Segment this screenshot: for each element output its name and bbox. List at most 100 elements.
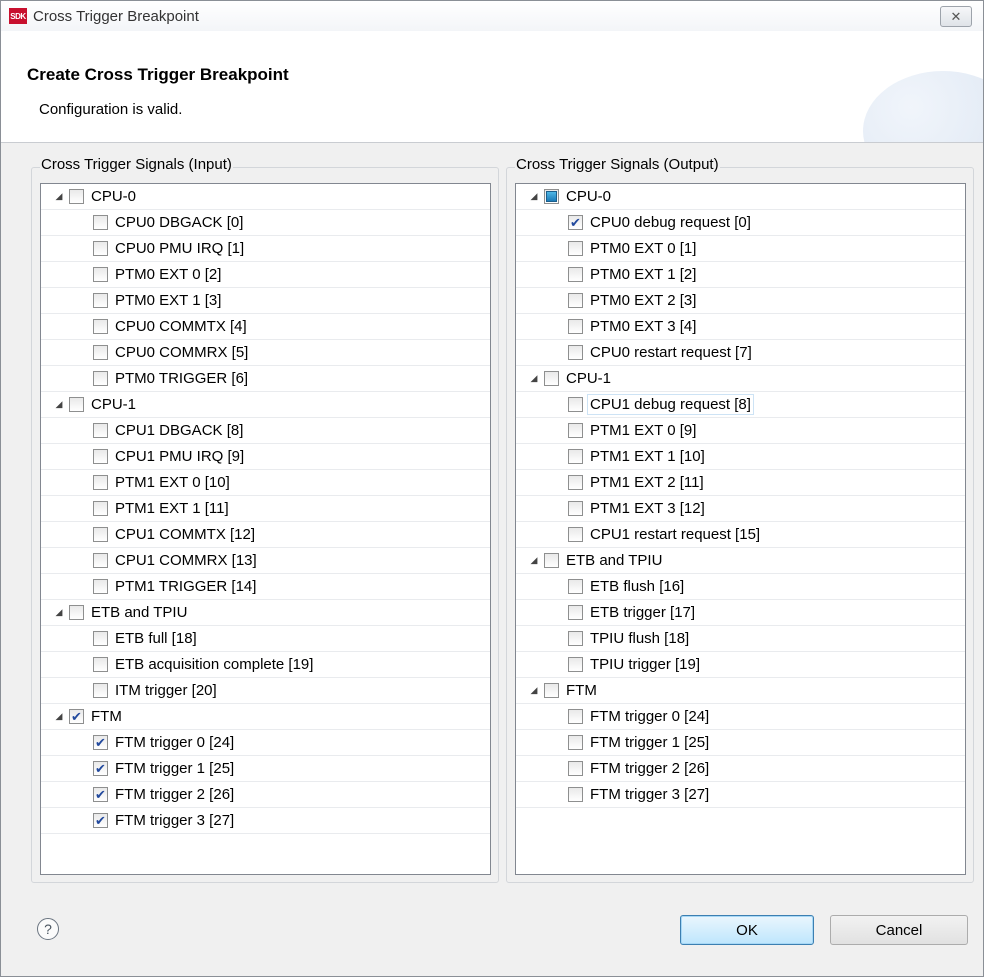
signal-checkbox[interactable]	[568, 397, 583, 412]
signal-checkbox[interactable]	[568, 267, 583, 282]
signal-checkbox[interactable]	[93, 813, 108, 828]
signal-checkbox[interactable]	[568, 735, 583, 750]
group-checkbox[interactable]	[544, 189, 559, 204]
signal-checkbox[interactable]	[93, 423, 108, 438]
collapse-arrow-icon[interactable]: ◢	[53, 711, 65, 722]
signal-checkbox[interactable]	[93, 319, 108, 334]
tree-item-row[interactable]: PTM1 EXT 1 [10]	[516, 444, 965, 470]
tree-item-row[interactable]: FTM trigger 1 [25]	[41, 756, 490, 782]
signal-checkbox[interactable]	[568, 475, 583, 490]
group-checkbox[interactable]	[69, 605, 84, 620]
signal-checkbox[interactable]	[568, 241, 583, 256]
tree-item-row[interactable]: CPU1 COMMTX [12]	[41, 522, 490, 548]
signal-checkbox[interactable]	[93, 579, 108, 594]
group-checkbox[interactable]	[544, 553, 559, 568]
tree-item-row[interactable]: PTM0 EXT 1 [3]	[41, 288, 490, 314]
signal-checkbox[interactable]	[93, 475, 108, 490]
tree-item-row[interactable]: FTM trigger 3 [27]	[516, 782, 965, 808]
signal-checkbox[interactable]	[568, 319, 583, 334]
group-checkbox[interactable]	[544, 683, 559, 698]
tree-item-row[interactable]: PTM1 EXT 0 [10]	[41, 470, 490, 496]
collapse-arrow-icon[interactable]: ◢	[53, 399, 65, 410]
signal-checkbox[interactable]	[93, 215, 108, 230]
signal-checkbox[interactable]	[568, 501, 583, 516]
tree-item-row[interactable]: FTM trigger 2 [26]	[516, 756, 965, 782]
signal-checkbox[interactable]	[93, 735, 108, 750]
tree-item-row[interactable]: CPU0 DBGACK [0]	[41, 210, 490, 236]
signal-checkbox[interactable]	[568, 449, 583, 464]
group-checkbox[interactable]	[69, 709, 84, 724]
tree-item-row[interactable]: PTM1 EXT 2 [11]	[516, 470, 965, 496]
tree-item-row[interactable]: FTM trigger 0 [24]	[41, 730, 490, 756]
collapse-arrow-icon[interactable]: ◢	[53, 607, 65, 618]
signal-checkbox[interactable]	[93, 345, 108, 360]
tree-item-row[interactable]: PTM0 EXT 0 [2]	[41, 262, 490, 288]
tree-group-row[interactable]: ◢ CPU-0	[41, 184, 490, 210]
tree-item-row[interactable]: CPU0 PMU IRQ [1]	[41, 236, 490, 262]
signal-checkbox[interactable]	[93, 293, 108, 308]
signal-checkbox[interactable]	[568, 579, 583, 594]
signal-checkbox[interactable]	[93, 449, 108, 464]
tree-item-row[interactable]: PTM1 EXT 0 [9]	[516, 418, 965, 444]
tree-item-row[interactable]: ETB full [18]	[41, 626, 490, 652]
signal-checkbox[interactable]	[93, 683, 108, 698]
tree-item-row[interactable]: PTM1 EXT 1 [11]	[41, 496, 490, 522]
tree-group-row[interactable]: ◢ CPU-0	[516, 184, 965, 210]
tree-item-row[interactable]: ETB trigger [17]	[516, 600, 965, 626]
collapse-arrow-icon[interactable]: ◢	[53, 191, 65, 202]
help-icon[interactable]: ?	[37, 918, 59, 940]
tree-item-row[interactable]: CPU0 COMMTX [4]	[41, 314, 490, 340]
tree-group-row[interactable]: ◢ ETB and TPIU	[516, 548, 965, 574]
signal-checkbox[interactable]	[568, 527, 583, 542]
collapse-arrow-icon[interactable]: ◢	[528, 555, 540, 566]
tree-item-row[interactable]: PTM0 EXT 2 [3]	[516, 288, 965, 314]
signal-checkbox[interactable]	[93, 501, 108, 516]
signal-checkbox[interactable]	[568, 605, 583, 620]
tree-item-row[interactable]: CPU1 COMMRX [13]	[41, 548, 490, 574]
signal-checkbox[interactable]	[568, 345, 583, 360]
tree-group-row[interactable]: ◢ CPU-1	[516, 366, 965, 392]
group-checkbox[interactable]	[544, 371, 559, 386]
signal-checkbox[interactable]	[568, 787, 583, 802]
tree-item-row[interactable]: ETB flush [16]	[516, 574, 965, 600]
tree-group-row[interactable]: ◢ FTM	[41, 704, 490, 730]
tree-item-row[interactable]: PTM0 EXT 3 [4]	[516, 314, 965, 340]
group-checkbox[interactable]	[69, 397, 84, 412]
tree-item-row[interactable]: CPU0 restart request [7]	[516, 340, 965, 366]
tree-item-row[interactable]: CPU0 COMMRX [5]	[41, 340, 490, 366]
signal-checkbox[interactable]	[93, 787, 108, 802]
tree-group-row[interactable]: ◢ FTM	[516, 678, 965, 704]
tree-item-row[interactable]: TPIU trigger [19]	[516, 652, 965, 678]
tree-item-row[interactable]: FTM trigger 3 [27]	[41, 808, 490, 834]
collapse-arrow-icon[interactable]: ◢	[528, 191, 540, 202]
signal-checkbox[interactable]	[568, 423, 583, 438]
tree-item-row[interactable]: CPU1 restart request [15]	[516, 522, 965, 548]
signal-checkbox[interactable]	[568, 215, 583, 230]
signal-checkbox[interactable]	[93, 631, 108, 646]
ok-button[interactable]: OK	[680, 915, 814, 945]
tree-item-row[interactable]: FTM trigger 2 [26]	[41, 782, 490, 808]
signal-checkbox[interactable]	[93, 527, 108, 542]
signal-checkbox[interactable]	[93, 241, 108, 256]
close-button[interactable]: ✕	[940, 6, 972, 27]
tree-item-row[interactable]: PTM1 EXT 3 [12]	[516, 496, 965, 522]
tree-item-row[interactable]: CPU1 PMU IRQ [9]	[41, 444, 490, 470]
signal-checkbox[interactable]	[93, 657, 108, 672]
cancel-button[interactable]: Cancel	[830, 915, 968, 945]
tree-item-row[interactable]: PTM1 TRIGGER [14]	[41, 574, 490, 600]
tree-item-row[interactable]: TPIU flush [18]	[516, 626, 965, 652]
collapse-arrow-icon[interactable]: ◢	[528, 685, 540, 696]
signal-checkbox[interactable]	[568, 631, 583, 646]
tree-item-row[interactable]: ETB acquisition complete [19]	[41, 652, 490, 678]
tree-item-row[interactable]: CPU1 DBGACK [8]	[41, 418, 490, 444]
output-signals-tree[interactable]: ◢ CPU-0 CPU0 debug request [0] PTM0 EXT 0 […	[515, 183, 966, 875]
signal-checkbox[interactable]	[568, 657, 583, 672]
signal-checkbox[interactable]	[568, 709, 583, 724]
tree-item-row[interactable]: PTM0 EXT 0 [1]	[516, 236, 965, 262]
signal-checkbox[interactable]	[93, 371, 108, 386]
tree-item-row[interactable]: CPU1 debug request [8]	[516, 392, 965, 418]
tree-item-row[interactable]: PTM0 TRIGGER [6]	[41, 366, 490, 392]
tree-item-row[interactable]: ITM trigger [20]	[41, 678, 490, 704]
tree-item-row[interactable]: FTM trigger 1 [25]	[516, 730, 965, 756]
signal-checkbox[interactable]	[568, 293, 583, 308]
